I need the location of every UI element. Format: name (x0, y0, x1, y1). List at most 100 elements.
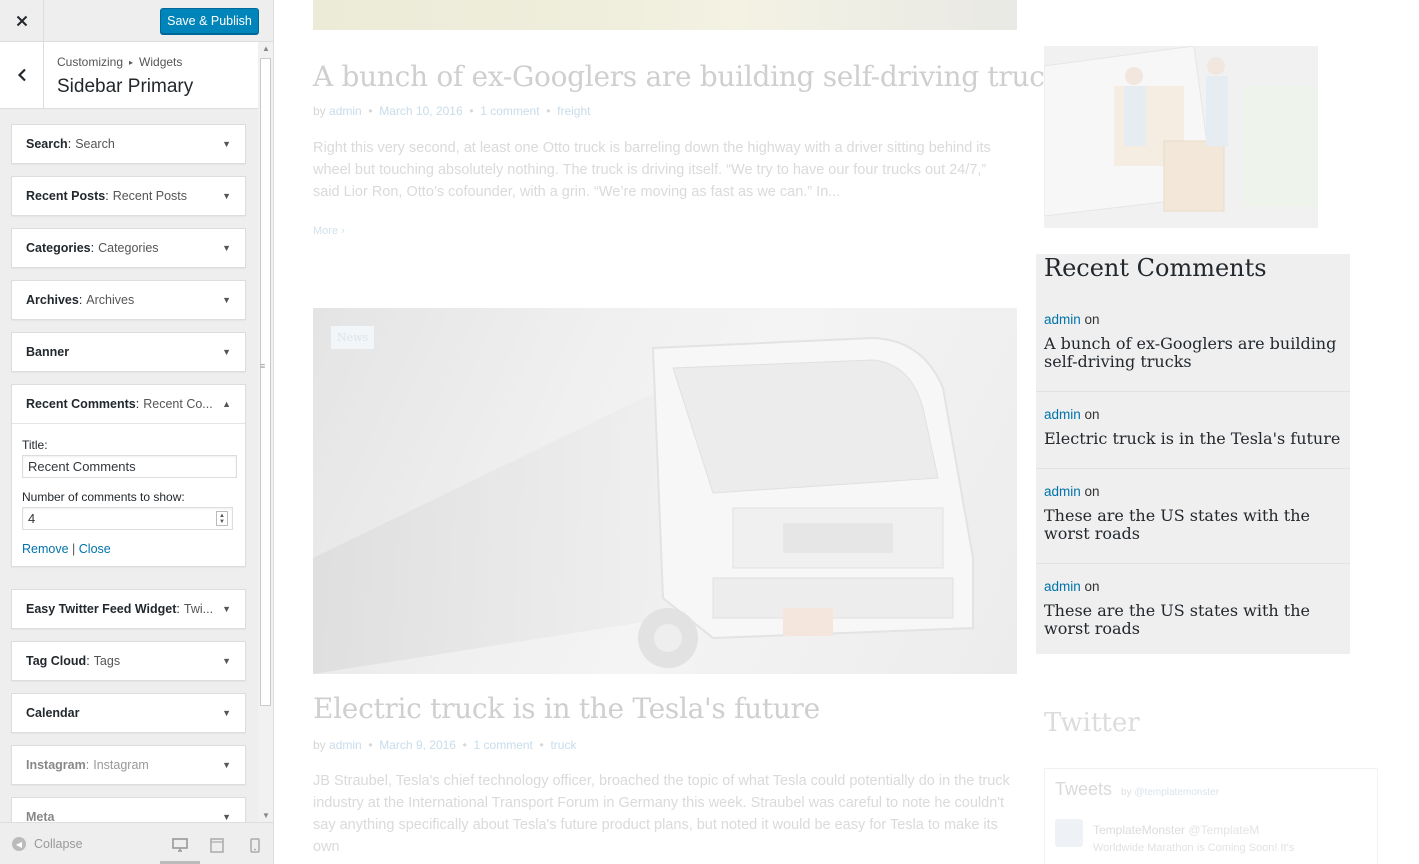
customizer-footer: ◀ Collapse (0, 822, 273, 864)
widget-search[interactable]: Search: Search ▼ (11, 124, 246, 164)
widget-name: Calendar (26, 706, 80, 720)
collapse-button[interactable]: ◀ Collapse (12, 837, 83, 851)
widget-banner[interactable]: Banner ▼ (11, 332, 246, 372)
widget-header[interactable]: Easy Twitter Feed Widget: Twi... ▼ (12, 590, 245, 628)
tweet-account[interactable]: TemplateMonster @TemplateM (1093, 823, 1259, 837)
desktop-icon (172, 837, 188, 852)
collapse-arrow-icon[interactable]: ▲ (222, 399, 231, 409)
widget-header[interactable]: Archives: Archives ▼ (12, 281, 245, 319)
widget-easy-twitter-feed[interactable]: Easy Twitter Feed Widget: Twi... ▼ (11, 589, 246, 629)
breadcrumb: Customizing ▸ Widgets (57, 55, 182, 69)
account-name: TemplateMonster (1093, 823, 1186, 837)
scroll-down-icon[interactable]: ▼ (262, 811, 270, 820)
expand-arrow-icon[interactable]: ▼ (222, 243, 231, 253)
widget-header[interactable]: Recent Comments: Recent Co... ▲ (12, 385, 245, 423)
widget-name: Archives (26, 293, 79, 307)
widget-instagram[interactable]: Instagram: Instagram ▼ (11, 745, 246, 785)
desktop-preview-button[interactable] (171, 837, 189, 853)
tablet-preview-button[interactable] (208, 837, 226, 853)
post-excerpt: JB Straubel, Tesla's chief technology of… (313, 773, 1010, 855)
post-featured-image (313, 0, 1017, 30)
post-date-link[interactable]: March 9, 2016 (379, 738, 456, 752)
comment-count-input[interactable]: 4 ▲ ▼ (22, 507, 233, 530)
widget-archives[interactable]: Archives: Archives ▼ (11, 280, 246, 320)
section-title: Sidebar Primary (57, 76, 194, 97)
widget-header[interactable]: Banner ▼ (12, 333, 245, 371)
save-publish-button[interactable]: Save & Publish (160, 8, 259, 34)
close-customizer-button[interactable] (0, 0, 44, 42)
widget-title: Recent Comments (1044, 254, 1267, 282)
comment-meta: admin on (1044, 579, 1342, 594)
post-category-link[interactable]: freight (557, 104, 590, 118)
post-title[interactable]: A bunch of ex-Googlers are building self… (313, 60, 1076, 93)
divider (1036, 563, 1350, 564)
chevron-right-icon: › (341, 225, 345, 237)
widget-header[interactable]: Instagram: Instagram ▼ (12, 746, 245, 784)
number-stepper-icon[interactable]: ▲ ▼ (216, 511, 228, 526)
post-comments-link[interactable]: 1 comment (480, 104, 539, 118)
banner-image[interactable] (1044, 46, 1318, 228)
scroll-up-icon[interactable]: ▲ (262, 44, 270, 53)
post-author-link[interactable]: admin (329, 738, 362, 752)
widget-name: Instagram (26, 758, 86, 772)
post-author-link[interactable]: admin (329, 104, 362, 118)
widget-header[interactable]: Search: Search ▼ (12, 125, 245, 163)
twitter-handle-link[interactable]: @templatemonster (1134, 787, 1219, 798)
widget-header[interactable]: Categories: Categories ▼ (12, 229, 245, 267)
comment-author-link[interactable]: admin (1044, 484, 1081, 499)
widget-calendar[interactable]: Calendar ▼ (11, 693, 246, 733)
widget-recent-comments[interactable]: Recent Comments: Recent Co... ▲ Title: R… (11, 384, 246, 567)
post-meta: by admin • March 9, 2016 • 1 comment • t… (313, 738, 577, 752)
expand-arrow-icon[interactable]: ▼ (222, 760, 231, 770)
widget-tag-cloud[interactable]: Tag Cloud: Tags ▼ (11, 641, 246, 681)
chevron-left-icon (17, 68, 26, 82)
remove-link[interactable]: Remove (22, 542, 69, 556)
widget-categories[interactable]: Categories: Categories ▼ (11, 228, 246, 268)
comment-post-link[interactable]: A bunch of ex-Googlers are building self… (1044, 335, 1342, 371)
comment-post-link[interactable]: These are the US states with the worst r… (1044, 602, 1342, 638)
category-badge[interactable]: News (331, 326, 375, 349)
widget-subtitle: Recent Posts (112, 189, 188, 203)
post-title[interactable]: Electric truck is in the Tesla's future (313, 692, 820, 725)
widget-name: Recent Posts (26, 189, 106, 203)
post-comments-link[interactable]: 1 comment (474, 738, 533, 752)
widget-header[interactable]: Tag Cloud: Tags ▼ (12, 642, 245, 680)
comment-author-link[interactable]: admin (1044, 312, 1081, 327)
read-more-link[interactable]: More › (313, 225, 345, 237)
tweets-header: Tweets by @templatemonster (1055, 779, 1219, 800)
comment-post-link[interactable]: Electric truck is in the Tesla's future (1044, 430, 1342, 448)
widget-name: Easy Twitter Feed Widget (26, 602, 177, 616)
expand-arrow-icon[interactable]: ▼ (222, 708, 231, 718)
truck-featured-image[interactable]: News (313, 308, 1017, 674)
post-category-link[interactable]: truck (550, 738, 576, 752)
expand-arrow-icon[interactable]: ▼ (222, 812, 231, 822)
expand-arrow-icon[interactable]: ▼ (222, 656, 231, 666)
back-button[interactable] (0, 42, 44, 108)
widget-header[interactable]: Calendar ▼ (12, 694, 245, 732)
close-link[interactable]: Close (79, 542, 111, 556)
widget-name: Search (26, 137, 68, 151)
scrollbar-thumb[interactable] (260, 58, 271, 706)
expand-arrow-icon[interactable]: ▼ (222, 604, 231, 614)
comment-author-link[interactable]: admin (1044, 407, 1081, 422)
widget-form: Title: Recent Comments Number of comment… (12, 423, 245, 566)
tweets-by-label: by (1121, 787, 1132, 798)
widget-subtitle: Instagram (93, 758, 149, 772)
read-more-label: More (313, 225, 339, 237)
comment-post-link[interactable]: These are the US states with the worst r… (1044, 507, 1342, 543)
widget-recent-posts[interactable]: Recent Posts: Recent Posts ▼ (11, 176, 246, 216)
sidebar-scrollbar[interactable]: ▲ ≡ ▼ (258, 42, 273, 822)
expand-arrow-icon[interactable]: ▼ (222, 191, 231, 201)
mobile-preview-button[interactable] (246, 837, 264, 853)
post-date-link[interactable]: March 10, 2016 (379, 104, 462, 118)
widget-header[interactable]: Recent Posts: Recent Posts ▼ (12, 177, 245, 215)
expand-arrow-icon[interactable]: ▼ (222, 347, 231, 357)
widget-subtitle: Recent Co... (143, 397, 213, 411)
comment-author-link[interactable]: admin (1044, 579, 1081, 594)
post-meta: by admin • March 10, 2016 • 1 comment • … (313, 104, 591, 118)
divider (1036, 391, 1350, 392)
avatar[interactable] (1055, 819, 1083, 847)
expand-arrow-icon[interactable]: ▼ (222, 295, 231, 305)
title-input[interactable]: Recent Comments (22, 455, 237, 478)
expand-arrow-icon[interactable]: ▼ (222, 139, 231, 149)
